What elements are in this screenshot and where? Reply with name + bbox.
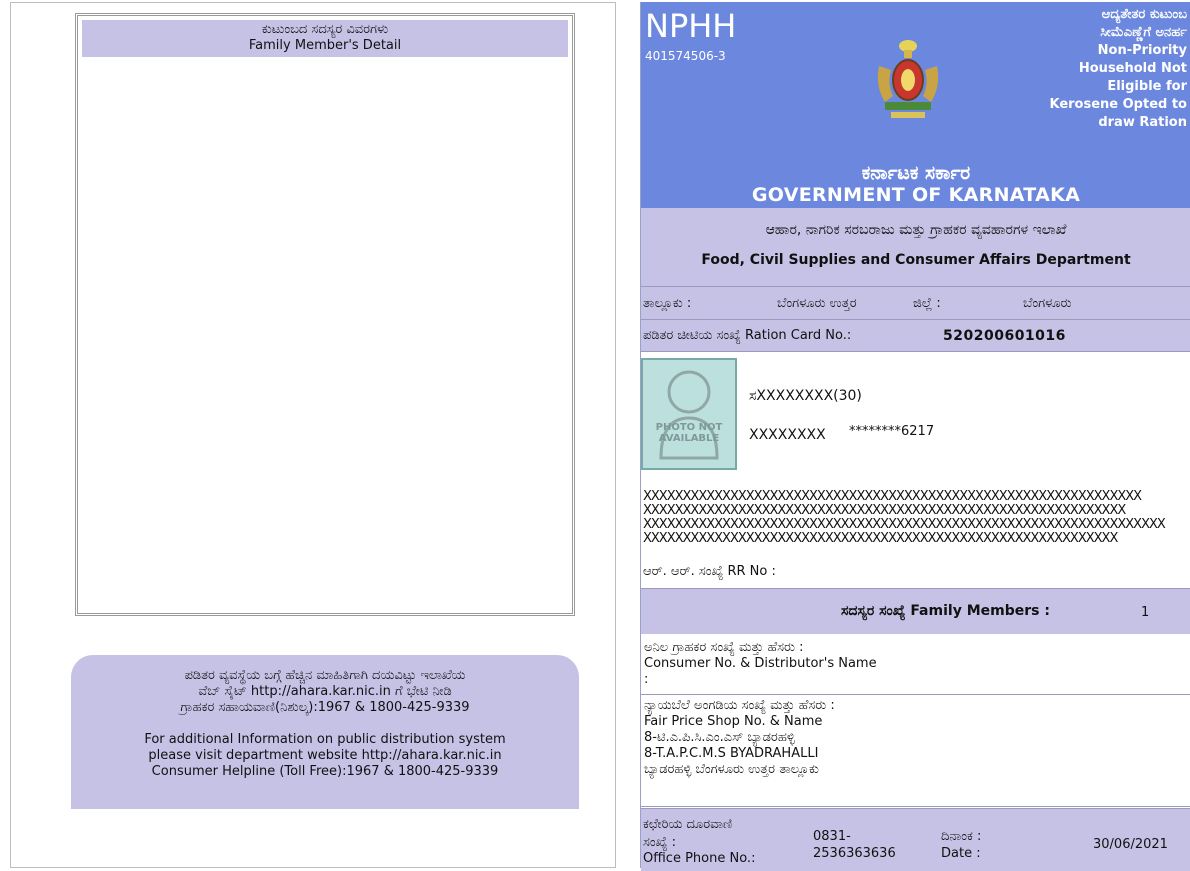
taluk-district-row: ತಾಲ್ಲೂಕು : ಬೆಂಗಳೂರು ಉತ್ತರ ಜಿಲ್ಲೆ : ಬೆಂಗಳ… <box>641 286 1190 319</box>
fair-price-shop-section: ನ್ಯಾಯಬೆಲೆ ಅಂಗಡಿಯ ಸಂಖ್ಯೆ ಮತ್ತು ಹೆಸರು : Fa… <box>641 696 1190 807</box>
address-line: XXXXXXXXXXXXXXXXXXXXXXXXXXXXXXXXXXXXXXXX… <box>643 489 1142 504</box>
status-kn-1: ಆದ್ಯತೇತರ ಕುಟುಂಬ <box>1101 7 1187 22</box>
status-kn-2: ಸೀಮೆಎಣ್ಣೆಗೆ ಅನರ್ಹ <box>1100 25 1187 40</box>
taluk-value: ಬೆಂಗಳೂರು ಉತ್ತರ <box>777 296 857 311</box>
holder-address: XXXXXXXXXXXXXXXXXXXXXXXXXXXXXXXXXXXXXXXX… <box>643 490 1183 546</box>
karnataka-emblem-icon <box>877 40 939 118</box>
address-line: XXXXXXXXXXXXXXXXXXXXXXXXXXXXXXXXXXXXXXXX… <box>643 503 1126 518</box>
person-placeholder-icon <box>659 370 719 460</box>
issue-date: 30/06/2021 <box>1093 837 1168 852</box>
ration-card-number-row: ಪಡಿತರ ಚೀಟಿಯ ಸಂಖ್ಯೆ Ration Card No.: 5202… <box>641 319 1190 352</box>
govt-title-kn: ಕರ್ನಾಟಕ ಸರ್ಕಾರ <box>861 162 971 184</box>
photo-not-available-text: PHOTO NOT AVAILABLE <box>655 422 723 444</box>
aadhaar-masked: ********6217 <box>849 424 935 439</box>
office-phone-label-kn-1: ಕಛೇರಿಯ ದೂರವಾಣಿ <box>643 817 733 832</box>
fps-label-en: Fair Price Shop No. & Name <box>644 714 823 729</box>
family-members-box: ಕುಟುಂಬದ ಸದಸ್ಯರ ವಿವರಗಳು Family Member's D… <box>75 13 575 616</box>
rr-number-label: ಆರ್. ಆರ್. ಸಂಖ್ಯೆ RR No : <box>643 564 776 579</box>
family-title-en: Family Member's Detail <box>248 38 402 53</box>
address-line: XXXXXXXXXXXXXXXXXXXXXXXXXXXXXXXXXXXXXXXX… <box>643 517 1166 532</box>
fps-location: ಬ್ಯಾಡರಹಳ್ಳಿ ಬೆಂಗಳೂರು ಉತ್ತರ ತಾಲ್ಲೂಕು <box>644 762 819 777</box>
office-phone-part1: 0831- <box>813 829 851 844</box>
district-value: ಬೆಂಗಳೂರು <box>1023 296 1072 311</box>
department-kn: ಆಹಾರ, ನಾಗರಿಕ ಸರಬರಾಜು ಮತ್ತು ಗ್ರಾಹಕರ ವ್ಯವಹ… <box>765 222 1067 238</box>
card-status: ಆದ್ಯತೇತರ ಕುಟುಂಬ ಸೀಮೆಎಣ್ಣೆಗೆ ಅನರ್ಹ Non-Pr… <box>1037 6 1187 132</box>
card-back-panel: ಕುಟುಂಬದ ಸದಸ್ಯರ ವಿವರಗಳು Family Member's D… <box>10 2 616 868</box>
taluk-label: ತಾಲ್ಲೂಕು : <box>643 296 692 311</box>
family-members-row: ಸದಸ್ಯರ ಸಂಖ್ಯೆ Family Members : 1 <box>641 588 1190 634</box>
family-members-count: 1 <box>1141 605 1150 620</box>
status-en: Non-Priority Household Not Eligible for … <box>1049 43 1187 130</box>
fps-label-kn: ನ್ಯಾಯಬೆಲೆ ಅಂಗಡಿಯ ಸಂಖ್ಯೆ ಮತ್ತು ಹೆಸರು : <box>644 698 835 713</box>
info-kn-line: ಪಡಿತರ ವ್ಯವಸ್ಥೆಯ ಬಗ್ಗೆ ಹೆಚ್ಚಿನ ಮಾಹಿತಿಗಾಗಿ… <box>184 668 466 683</box>
info-kn-line: ಗ್ರಾಹಕರ ಸಹಾಯವಾಣಿ(ನಿಶುಲ್ಕ):1967 & 1800-42… <box>180 700 470 715</box>
govt-title-en: GOVERNMENT OF KARNATAKA <box>751 184 1081 206</box>
family-members-header: ಕುಟುಂಬದ ಸದಸ್ಯರ ವಿವರಗಳು Family Member's D… <box>82 20 568 57</box>
card-header: NPHH 401574506-3 ಆದ್ಯತೇತರ ಕುಟುಂಬ ಸೀಮೆಎಣ್… <box>641 2 1190 208</box>
info-en-line: please visit department website http://a… <box>148 748 502 763</box>
office-phone-label-en: Office Phone No.: <box>643 851 756 866</box>
family-title-kn: ಕುಟುಂಬದ ಸದಸ್ಯರ ವಿವರಗಳು <box>261 22 389 37</box>
office-phone-label-kn-2: ಸಂಖ್ಯೆ : <box>643 835 676 850</box>
family-members-label: ಸದಸ್ಯರ ಸಂಖ್ಯೆ Family Members : <box>841 603 1050 619</box>
fps-name-en: 8-T.A.P.C.M.S BYADRAHALLI <box>644 746 819 761</box>
department-en: Food, Civil Supplies and Consumer Affair… <box>701 252 1131 268</box>
info-kn-line: ವೆಬ್ ಸೈಟ್ http://ahara.kar.nic.in ಗೆ ಭೇಟ… <box>198 684 452 699</box>
consumer-value: : <box>644 672 649 687</box>
fps-name-kn: 8-ಟಿ.ಎ.ಪಿ.ಸಿ.ಎಂ.ಎಸ್ ಬ್ಯಾಡರಹಳ್ಳಿ <box>644 730 795 745</box>
info-en-line: Consumer Helpline (Toll Free):1967 & 180… <box>151 764 499 779</box>
address-line: XXXXXXXXXXXXXXXXXXXXXXXXXXXXXXXXXXXXXXXX… <box>643 531 1118 546</box>
district-label: ಜಿಲ್ಲೆ : <box>913 296 941 311</box>
helpline-info-box: ಪಡಿತರ ವ್ಯವಸ್ಥೆಯ ಬಗ್ಗೆ ಹೆಚ್ಚಿನ ಮಾಹಿತಿಗಾಗಿ… <box>71 655 579 809</box>
holder-name: ಸXXXXXXXX(30) <box>749 388 862 404</box>
consumer-label-en: Consumer No. & Distributor's Name <box>644 656 877 671</box>
info-en-line: For additional Information on public dis… <box>144 732 506 747</box>
ration-card-front: NPHH 401574506-3 ಆದ್ಯತೇತರ ಕುಟುಂಬ ಸೀಮೆಎಣ್… <box>640 2 1190 871</box>
gas-consumer-section: ಅನಿಲ ಗ್ರಾಹಕರ ಸಂಖ್ಯೆ ಮತ್ತು ಹೆಸರು : Consum… <box>641 638 1190 695</box>
ration-card-label: ಪಡಿತರ ಚೀಟಿಯ ಸಂಖ್ಯೆ Ration Card No.: <box>643 328 852 343</box>
date-label-kn: ದಿನಾಂಕ : <box>941 829 982 844</box>
consumer-label-kn: ಅನಿಲ ಗ್ರಾಹಕರ ಸಂಖ್ಯೆ ಮತ್ತು ಹೆಸರು : <box>644 640 804 655</box>
ration-card-number: 520200601016 <box>943 328 1066 344</box>
office-phone-row: ಕಛೇರಿಯ ದೂರವಾಣಿ ಸಂಖ್ಯೆ : Office Phone No.… <box>641 808 1190 871</box>
date-label-en: Date : <box>941 846 981 861</box>
office-phone-part2: 2536363636 <box>813 846 896 861</box>
card-category: NPHH <box>645 7 737 45</box>
department-section: ಆಹಾರ, ನಾಗರಿಕ ಸರಬರಾಜು ಮತ್ತು ಗ್ರಾಹಕರ ವ್ಯವಹ… <box>641 208 1190 292</box>
holder-photo: PHOTO NOT AVAILABLE <box>641 358 737 470</box>
card-code: 401574506-3 <box>645 49 726 63</box>
holder-id: XXXXXXXX <box>749 427 826 443</box>
